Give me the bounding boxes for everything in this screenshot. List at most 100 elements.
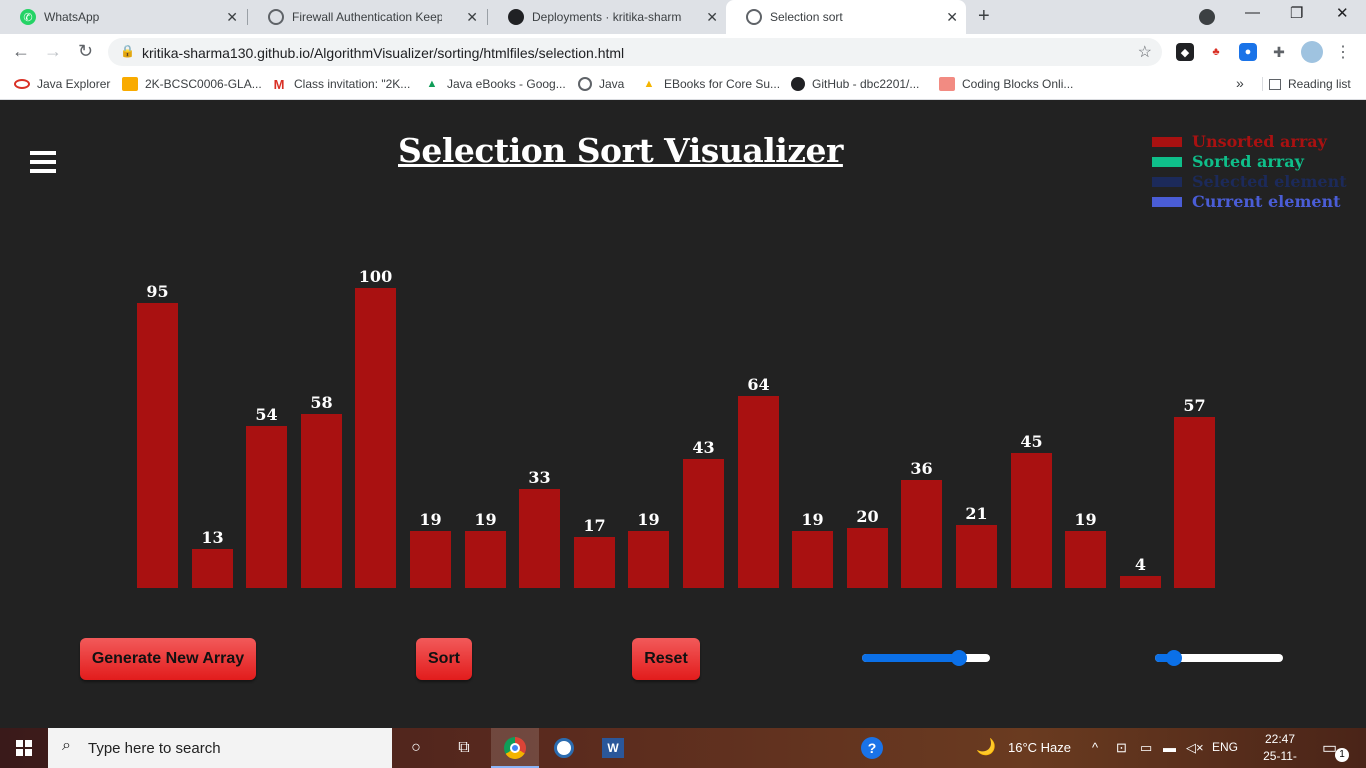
restore-icon[interactable]: ❐ bbox=[1290, 4, 1303, 22]
bar bbox=[956, 525, 997, 588]
display-icon[interactable]: ▭ bbox=[1140, 740, 1152, 756]
task-view-icon[interactable]: ⧉ bbox=[452, 736, 476, 760]
slider-thumb[interactable] bbox=[1166, 650, 1183, 666]
tab-selection-sort[interactable]: Selection sort ✕ bbox=[726, 0, 966, 34]
whatsapp-icon: ✆ bbox=[20, 9, 36, 25]
extensions-puzzle-icon[interactable]: ✚ bbox=[1270, 43, 1288, 61]
tab-deployments[interactable]: Deployments · kritika-sharma130 ✕ bbox=[488, 0, 726, 34]
menu-dots-icon[interactable]: ⋮ bbox=[1334, 43, 1352, 61]
bar bbox=[1065, 531, 1106, 588]
speed-slider[interactable] bbox=[1155, 650, 1283, 666]
bar-value-label: 100 bbox=[358, 267, 393, 286]
clock-date: 25-11-2021 bbox=[1263, 749, 1297, 768]
bookmark-item[interactable]: Java bbox=[578, 77, 624, 91]
cortana-icon[interactable]: ○ bbox=[404, 736, 428, 760]
bookmark-item[interactable]: Coding Blocks Onli... bbox=[939, 77, 1073, 91]
bar bbox=[355, 288, 396, 588]
bar-value-label: 64 bbox=[747, 375, 770, 394]
tab-label: Deployments · kritika-sharma130 bbox=[532, 10, 682, 24]
tab-firewall[interactable]: Firewall Authentication Keepalive ✕ bbox=[248, 0, 486, 34]
minimize-icon[interactable]: — bbox=[1245, 4, 1260, 21]
address-bar[interactable]: 🔒 kritika-sharma130.github.io/AlgorithmV… bbox=[108, 38, 1162, 66]
volume-icon[interactable]: ◁× bbox=[1186, 740, 1204, 756]
bar bbox=[1174, 417, 1215, 588]
language-indicator[interactable]: ENG bbox=[1212, 740, 1238, 754]
windows-start-icon[interactable] bbox=[16, 740, 32, 756]
app-taskbar-icon[interactable] bbox=[552, 736, 576, 760]
github-icon bbox=[791, 77, 805, 91]
legend-swatch bbox=[1152, 157, 1182, 167]
weather-moon-icon: 🌙 bbox=[976, 739, 996, 756]
more-bookmarks-icon[interactable]: » bbox=[1236, 75, 1244, 91]
bar bbox=[683, 459, 724, 588]
bar-value-label: 54 bbox=[255, 405, 278, 424]
slider-thumb[interactable] bbox=[951, 650, 968, 666]
legend-label: Current element bbox=[1192, 192, 1341, 211]
taskbar-search[interactable]: ⌕ Type here to search bbox=[48, 728, 392, 768]
bookmark-item[interactable]: Java Explorer bbox=[14, 77, 110, 91]
help-icon[interactable]: ? bbox=[860, 736, 884, 760]
bookmark-item[interactable]: GitHub - dbc2201/... bbox=[791, 77, 919, 91]
network-icon[interactable]: ⊡ bbox=[1116, 740, 1127, 756]
bar-value-label: 13 bbox=[201, 528, 224, 547]
bar-value-label: 33 bbox=[528, 468, 551, 487]
clock[interactable]: 22:47 25-11-2021 bbox=[1250, 731, 1310, 768]
forward-icon[interactable]: → bbox=[44, 41, 62, 62]
bar-value-label: 45 bbox=[1020, 432, 1043, 451]
bookmark-star-icon[interactable]: ☆ bbox=[1138, 42, 1152, 62]
legend-label: Unsorted array bbox=[1192, 132, 1327, 151]
bookmark-label: Java eBooks - Goog... bbox=[447, 77, 566, 91]
profile-dropdown-icon[interactable] bbox=[1199, 9, 1215, 25]
extension-red-icon[interactable]: ♣ bbox=[1207, 43, 1225, 61]
menu-icon[interactable] bbox=[30, 151, 56, 173]
bookmark-item[interactable]: ▲ Java eBooks - Goog... bbox=[424, 77, 566, 91]
oval-icon bbox=[14, 79, 30, 89]
size-slider[interactable] bbox=[862, 650, 990, 666]
bar-value-label: 20 bbox=[856, 507, 879, 526]
battery-icon[interactable]: ▬ bbox=[1163, 740, 1176, 755]
bookmarks-bar: Java Explorer 2K-BCSC0006-GLA... M Class… bbox=[0, 70, 1366, 100]
lock-icon: 🔒 bbox=[120, 44, 135, 58]
new-tab-icon[interactable]: + bbox=[978, 5, 990, 28]
close-icon[interactable]: ✕ bbox=[466, 9, 478, 26]
extension-camera-icon[interactable]: ● bbox=[1239, 43, 1257, 61]
drive-icon: ▲ bbox=[426, 78, 438, 90]
close-icon[interactable]: ✕ bbox=[946, 9, 958, 26]
bookmark-label: 2K-BCSC0006-GLA... bbox=[145, 77, 262, 91]
bookmark-item[interactable]: M Class invitation: "2K... bbox=[271, 77, 411, 92]
page-title: Selection Sort Visualizer bbox=[398, 131, 843, 170]
extension-cube-icon[interactable]: ◆ bbox=[1176, 43, 1194, 61]
bookmark-item[interactable]: ▲ EBooks for Core Su... bbox=[641, 77, 781, 91]
bar bbox=[738, 396, 779, 588]
bookmark-item[interactable]: 2K-BCSC0006-GLA... bbox=[122, 77, 262, 91]
word-icon[interactable]: W bbox=[601, 736, 625, 760]
notification-count-badge: 1 bbox=[1335, 748, 1349, 762]
globe-icon bbox=[746, 9, 762, 25]
close-icon[interactable]: ✕ bbox=[226, 9, 238, 26]
generate-new-array-button[interactable]: Generate New Array bbox=[80, 638, 256, 680]
clock-time: 22:47 bbox=[1264, 732, 1296, 746]
bar-value-label: 36 bbox=[910, 459, 933, 478]
legend-label: Selected element bbox=[1192, 172, 1347, 191]
reading-list[interactable]: Reading list bbox=[1262, 77, 1351, 91]
window-close-icon[interactable]: ✕ bbox=[1336, 4, 1349, 22]
more-bookmarks-label: » bbox=[1236, 75, 1244, 91]
bookmark-label: GitHub - dbc2201/... bbox=[812, 77, 920, 91]
avatar[interactable] bbox=[1301, 41, 1323, 63]
close-icon[interactable]: ✕ bbox=[706, 9, 718, 26]
bar bbox=[192, 549, 233, 588]
legend-swatch bbox=[1152, 197, 1182, 207]
bar bbox=[628, 531, 669, 588]
reset-button[interactable]: Reset bbox=[632, 638, 700, 680]
tab-label: Selection sort bbox=[770, 10, 843, 24]
weather-text[interactable]: 16°C Haze bbox=[1008, 740, 1071, 755]
bar bbox=[137, 303, 178, 588]
tab-whatsapp[interactable]: ✆ WhatsApp ✕ bbox=[0, 0, 246, 34]
bar bbox=[465, 531, 506, 588]
show-hidden-icons-icon[interactable]: ^ bbox=[1092, 740, 1098, 755]
chrome-icon bbox=[503, 736, 527, 760]
reload-icon[interactable]: ↻ bbox=[78, 41, 93, 62]
globe-icon bbox=[268, 9, 284, 25]
sort-button[interactable]: Sort bbox=[416, 638, 472, 680]
back-icon[interactable]: ← bbox=[12, 41, 30, 62]
